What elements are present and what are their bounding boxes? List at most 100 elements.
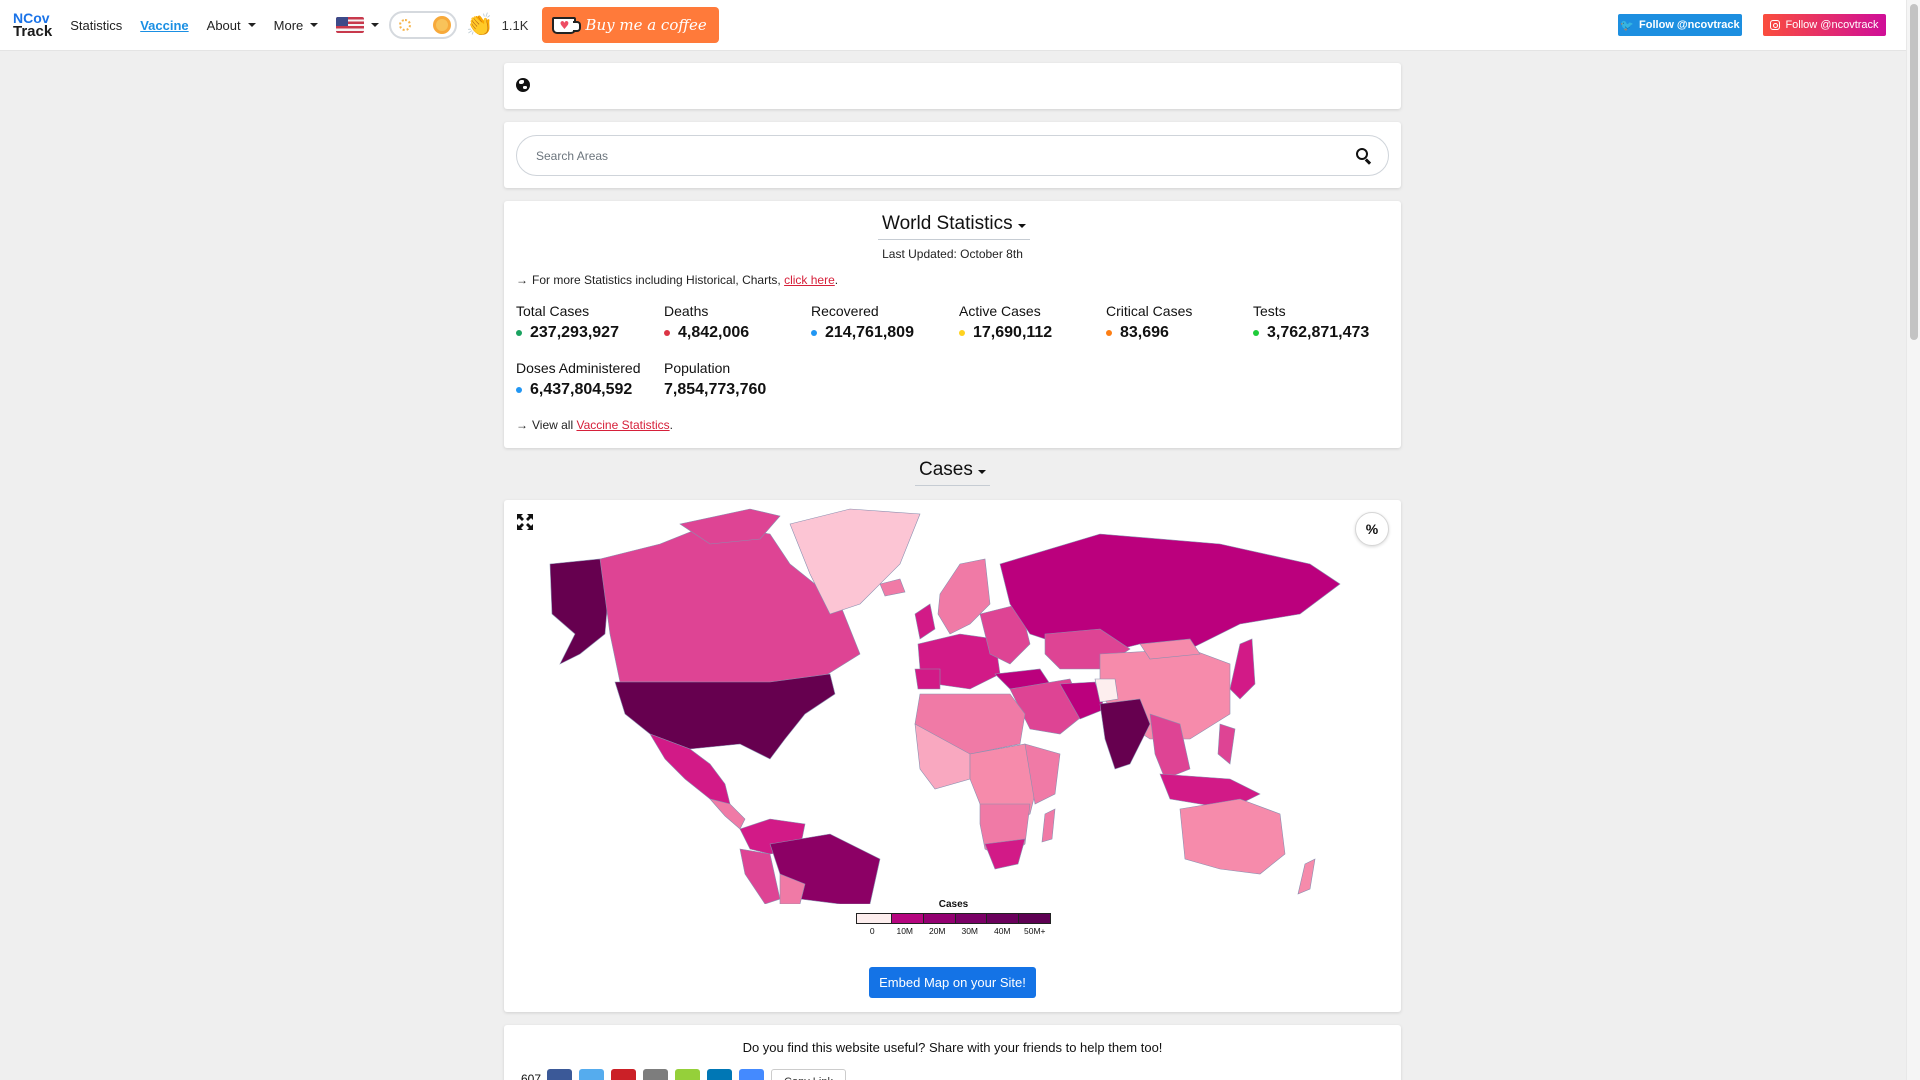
stat-value: 3,762,871,473 [1267, 324, 1370, 341]
follow-twitter-button[interactable]: 🐦 Follow @ncovtrack [1618, 14, 1742, 36]
nav-about-dropdown[interactable]: About [207, 18, 256, 33]
copy-link-button[interactable]: Copy Link [771, 1069, 846, 1080]
stat-value: 7,854,773,760 [664, 381, 767, 398]
brand-bottom: Track [13, 23, 53, 40]
status-dot [1106, 330, 1112, 336]
search-input[interactable] [536, 148, 1354, 163]
stat-value: 214,761,809 [825, 324, 914, 341]
fullscreen-expand-icon[interactable] [516, 513, 534, 531]
legend-title: Cases [938, 899, 969, 910]
percent-toggle-button[interactable]: % [1355, 512, 1389, 546]
country-philippines[interactable] [1217, 723, 1236, 765]
legend-color-scale [856, 913, 1051, 924]
vaccine-statistics-line: → View all Vaccine Statistics. [516, 418, 673, 432]
legend-swatch [891, 914, 924, 923]
stat-value: 4,842,006 [678, 324, 750, 341]
country-new-zealand[interactable] [1297, 858, 1316, 895]
linkedin-share-button[interactable] [707, 1069, 733, 1080]
status-dot [516, 330, 522, 336]
country-india[interactable] [1099, 698, 1151, 770]
stat-label: Deaths [664, 303, 709, 319]
more-text: For more Statistics including Historical… [532, 273, 785, 287]
facebook-share-button[interactable] [547, 1069, 573, 1080]
stat-label: Tests [1253, 303, 1286, 319]
coffee-cup-icon: ♥ [552, 16, 582, 34]
stat-tests: Tests 3,762,871,473 [1253, 303, 1369, 342]
stat-label: Critical Cases [1106, 303, 1193, 319]
country-madagascar[interactable] [1041, 808, 1056, 843]
legend-tick: 30M [961, 926, 979, 936]
embed-map-button[interactable]: Embed Map on your Site! [869, 967, 1036, 998]
theme-toggle[interactable] [389, 11, 458, 39]
stat-label: Doses Administered [516, 360, 641, 376]
stat-recovered: Recovered 214,761,809 [811, 303, 914, 342]
globe-icon[interactable] [516, 78, 530, 92]
caret-down-icon [1017, 224, 1026, 228]
language-selector[interactable] [318, 17, 380, 33]
country-usa[interactable] [614, 673, 836, 760]
stat-label: Active Cases [959, 303, 1041, 319]
share-card: Do you find this website useful? Share w… [504, 1025, 1401, 1080]
country-spain[interactable] [914, 668, 941, 690]
twitter-share-button[interactable] [579, 1069, 605, 1080]
nav-about-label: About [206, 17, 241, 33]
world-statistics-card: World Statistics Last Updated: October 8… [504, 201, 1401, 448]
us-flag-icon [336, 17, 365, 33]
stat-value: 237,293,927 [530, 324, 619, 341]
statistics-scope-dropdown[interactable]: World Statistics [878, 213, 1030, 240]
page-scrollbar[interactable] [1906, 0, 1920, 1080]
clap-count: 1.1K [501, 17, 529, 33]
country-australia[interactable] [1179, 798, 1286, 875]
sharethis-share-button[interactable] [675, 1069, 701, 1080]
country-uk[interactable] [914, 603, 936, 640]
vaccine-statistics-link[interactable]: Vaccine Statistics [576, 418, 669, 432]
email-share-button[interactable] [643, 1069, 669, 1080]
country-alaska[interactable] [549, 558, 611, 665]
region-card [504, 63, 1401, 109]
messenger-share-button[interactable] [739, 1069, 765, 1080]
search-icon[interactable] [1354, 146, 1374, 166]
toggle-knob [433, 16, 452, 34]
nav-more-dropdown[interactable]: More [274, 18, 319, 33]
country-peru-ecuador[interactable] [739, 848, 781, 904]
legend-swatch [987, 914, 1020, 923]
country-japan[interactable] [1229, 638, 1256, 700]
clap-icon[interactable]: 👏 [466, 12, 493, 38]
caret-down-icon [247, 23, 256, 27]
share-buttons: 607 Copy Link [521, 1069, 846, 1080]
stat-critical-cases: Critical Cases 83,696 [1106, 303, 1192, 342]
legend-swatch [923, 914, 956, 923]
instagram-icon [1770, 20, 1781, 30]
stat-population: Population 7,854,773,760 [664, 360, 766, 399]
scrollbar-thumb[interactable] [1910, 4, 1918, 340]
country-iceland[interactable] [879, 578, 906, 597]
stat-doses-administered: Doses Administered 6,437,804,592 [516, 360, 641, 399]
period: . [834, 273, 839, 287]
status-dot [516, 387, 522, 393]
world-choropleth-map[interactable] [540, 504, 1360, 904]
search-box [516, 135, 1389, 176]
status-dot [959, 330, 965, 336]
status-dot [811, 330, 817, 336]
map-metric-title: Cases [919, 459, 973, 480]
twitter-bird-icon: 🐦 [1620, 19, 1635, 32]
legend-swatch [857, 914, 892, 923]
stat-value: 17,690,112 [973, 324, 1053, 341]
click-here-link[interactable]: click here [784, 273, 835, 287]
nav-statistics[interactable]: Statistics [70, 18, 122, 33]
legend-tick: 40M [993, 926, 1011, 936]
buy-me-a-coffee-button[interactable]: ♥ Buy me a coffee [542, 7, 719, 43]
pinterest-share-button[interactable] [611, 1069, 637, 1080]
brand-logo[interactable]: NCov Track [13, 11, 53, 40]
caret-down-icon [310, 23, 319, 27]
view-all-text: View all [532, 418, 577, 432]
stat-label: Total Cases [516, 303, 590, 319]
country-south-africa[interactable] [984, 838, 1026, 870]
map-metric-dropdown[interactable]: Cases [915, 459, 990, 486]
nav-statistics-label: Statistics [70, 17, 123, 33]
country-central-america[interactable] [709, 798, 746, 830]
nav-vaccine[interactable]: Vaccine [140, 18, 188, 33]
follow-instagram-button[interactable]: Follow @ncovtrack [1763, 14, 1886, 36]
arrow-right-icon: → [516, 273, 528, 287]
stat-label: Recovered [811, 303, 879, 319]
